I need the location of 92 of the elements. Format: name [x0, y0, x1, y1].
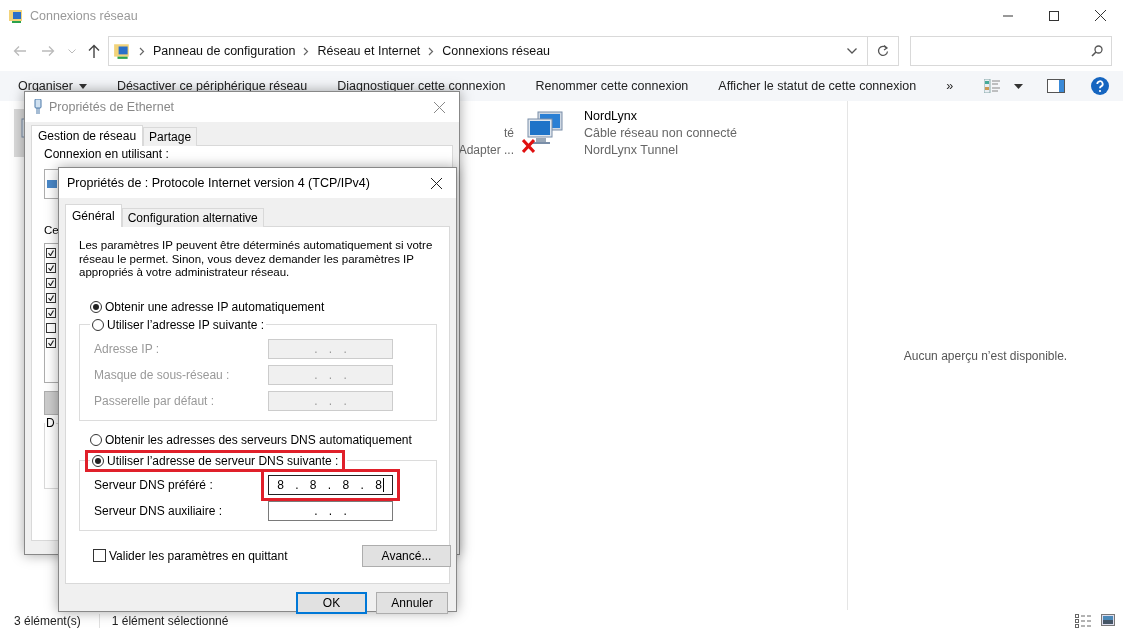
tab[interactable]: Configuration alternative: [121, 208, 264, 227]
breadcrumb[interactable]: Connexions réseau: [442, 44, 551, 58]
check-icon: [48, 280, 54, 286]
item-count: 3 élément(s): [14, 614, 81, 628]
checkbox[interactable]: [46, 323, 56, 333]
network-folder-icon: [8, 7, 24, 24]
advanced-button[interactable]: Avancé...: [362, 544, 451, 567]
check-icon: [48, 265, 54, 271]
connection-status: Câble réseau non connecté: [584, 126, 737, 141]
radio-option[interactable]: Obtenir une adresse IP automatiquement: [90, 299, 437, 314]
text-cursor: [382, 477, 384, 492]
ethernet-plug-icon: [33, 99, 43, 115]
window-title: Connexions réseau: [30, 8, 138, 23]
check-icon: [48, 340, 54, 346]
checkbox-option[interactable]: Valider les paramètres en quittant: [93, 548, 288, 563]
checkbox[interactable]: [46, 338, 56, 348]
cancel-button[interactable]: Annuler: [376, 592, 448, 614]
ok-button[interactable]: OK: [296, 592, 367, 614]
connection-name: NordLynx: [584, 109, 639, 124]
field-label: Masque de sous-réseau :: [94, 367, 231, 382]
check-icon: [48, 250, 54, 256]
field-label: Serveur DNS auxiliaire :: [94, 503, 224, 518]
tab[interactable]: Gestion de réseau: [31, 125, 144, 146]
connection-status: té: [504, 126, 514, 141]
dialog-title: Propriétés de Ethernet: [49, 100, 175, 114]
breadcrumb[interactable]: Panneau de configuration: [153, 44, 296, 58]
checkbox[interactable]: [46, 278, 56, 288]
field-label: Connexion en utilisant :: [44, 147, 170, 161]
close-icon: [430, 177, 442, 189]
up-arrow-icon: [88, 44, 100, 58]
radio-button[interactable]: [90, 433, 102, 446]
check-icon: [48, 310, 54, 316]
caret-icon: [78, 83, 87, 89]
radio-option[interactable]: Utiliser l’adresse IP suivante :: [92, 317, 265, 332]
checkbox[interactable]: [46, 308, 56, 318]
radio-button[interactable]: [90, 300, 102, 313]
refresh-button[interactable]: [868, 36, 899, 66]
dialog-title: Propriétés de : Protocole Internet version 4 (TCP/IPv4): [67, 176, 370, 190]
radio-button[interactable]: [92, 454, 104, 467]
chevron-icon: [428, 46, 435, 56]
toolbar-button[interactable]: Afficher le statut de cette connexion: [718, 79, 917, 93]
toolbar-button[interactable]: Renommer cette connexion: [535, 79, 689, 93]
dropdown-caret-icon[interactable]: [847, 48, 857, 54]
field-label: Adresse IP :: [94, 341, 161, 356]
checkbox[interactable]: [93, 549, 106, 562]
checkbox[interactable]: [46, 293, 56, 303]
maximize-icon: [1049, 10, 1059, 21]
checkbox[interactable]: [46, 248, 56, 258]
details-view-icon[interactable]: [1075, 614, 1091, 628]
ip-address-field[interactable]: . . .: [268, 500, 393, 521]
intro-text: Les paramètres IP peuvent être déterminés automatiquement si votre réseau le permet. Sinon, vous devez demander les paramètres IP appropriés à votre administrateur réseau.: [79, 239, 434, 280]
refresh-icon: [877, 45, 889, 57]
selection-count: 1 élément sélectionné: [98, 614, 229, 628]
checkbox[interactable]: [46, 263, 56, 273]
field-label: Serveur DNS préféré :: [94, 477, 214, 492]
chevron-icon: [303, 46, 310, 56]
tab[interactable]: Partage: [143, 127, 198, 146]
toolbar-button[interactable]: Désactiver ce périphérique réseau: [116, 79, 308, 93]
chevron-icon: [139, 46, 145, 56]
connection-device: NordLynx Tunnel: [584, 143, 680, 158]
field-label: Ce: [44, 223, 58, 237]
back-arrow-icon: [13, 45, 27, 57]
toolbar-button[interactable]: Organiser: [18, 79, 87, 93]
address-bar[interactable]: Panneau de configuration Réseau et Internet Connexions réseau: [108, 36, 868, 66]
large-icons-view-icon[interactable]: [1101, 614, 1115, 626]
adapter-icon: [47, 179, 57, 189]
dropdown-caret-icon[interactable]: [1014, 83, 1023, 89]
caret-icon: [68, 48, 76, 54]
check-icon: [48, 295, 54, 301]
network-adapter-icon: [526, 111, 564, 145]
network-folder-icon: [113, 42, 131, 60]
help-icon[interactable]: [1091, 77, 1109, 95]
view-options-icon[interactable]: [984, 79, 1000, 93]
group-label: D: [45, 416, 56, 430]
search-icon: [1091, 45, 1103, 57]
close-icon: [433, 101, 445, 113]
toolbar-button[interactable]: Diagnostiquer cette connexion: [337, 79, 506, 93]
ip-address-field[interactable]: 8 . 8 . 8 . 8: [268, 474, 393, 495]
radio-option[interactable]: Obtenir les adresses des serveurs DNS automatiquement: [90, 432, 437, 447]
connection-device: Adapter ...: [458, 143, 514, 158]
radio-button[interactable]: [92, 318, 104, 331]
preview-pane-icon[interactable]: [1047, 79, 1065, 93]
breadcrumb[interactable]: Réseau et Internet: [317, 44, 421, 58]
close-icon: [1094, 10, 1106, 21]
more-button[interactable]: »: [946, 79, 954, 93]
tab[interactable]: Général: [65, 204, 122, 227]
field-label: Passerelle par défaut :: [94, 393, 216, 408]
search-field[interactable]: [910, 36, 1112, 66]
radio-option[interactable]: Utiliser l’adresse de serveur DNS suivante :: [92, 453, 339, 468]
preview-message: Aucun aperçu n’est disponible.: [903, 348, 1068, 363]
minimize-icon: [1003, 14, 1013, 17]
forward-arrow-icon: [41, 45, 55, 57]
